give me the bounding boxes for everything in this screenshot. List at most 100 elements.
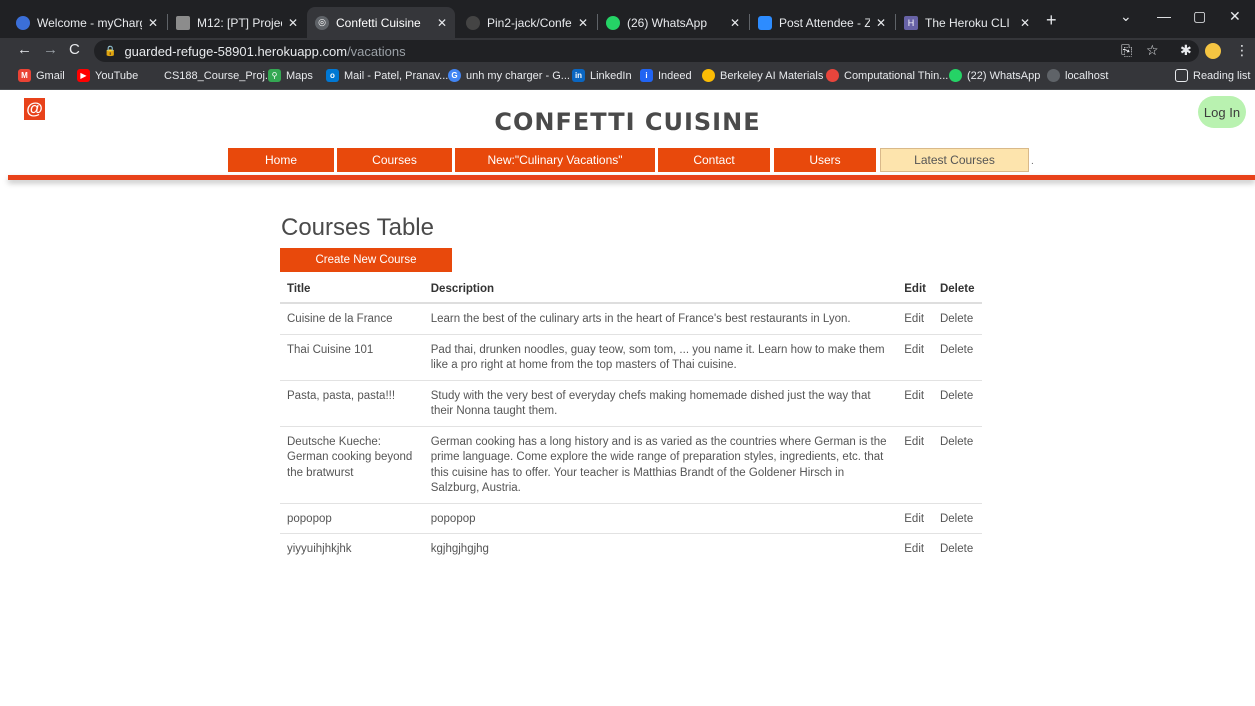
table-row: Pasta, pasta, pasta!!! Study with the ve… (280, 380, 982, 427)
close-icon[interactable]: ✕ (148, 16, 158, 30)
course-description: German cooking has a long history and is… (423, 426, 898, 504)
course-title: yiyyuihjhkjhk (287, 543, 352, 555)
menu-icon[interactable]: ⋮ (1235, 42, 1249, 59)
url-host: guarded-refuge-58901.herokuapp.com (124, 43, 348, 59)
profile-avatar[interactable] (1203, 41, 1223, 61)
close-icon[interactable]: ✕ (578, 16, 588, 30)
share-icon[interactable]: ⎘ (1121, 42, 1132, 59)
heroku-icon: H (904, 15, 918, 30)
delete-link[interactable]: Delete (933, 534, 982, 564)
google-icon: G (448, 69, 461, 82)
nav-home[interactable]: Home (228, 148, 334, 172)
browser-tab[interactable]: (26) WhatsApp ✕ (598, 7, 748, 38)
login-button[interactable]: Log In (1198, 96, 1246, 128)
flower-icon (826, 69, 839, 82)
address-bar[interactable]: 🔒 guarded-refuge-58901.herokuapp.com/vac… (94, 40, 1199, 62)
delete-link[interactable]: Delete (932, 503, 982, 534)
bookmark-unh[interactable]: Gunh my charger - G... (448, 69, 570, 82)
close-icon[interactable]: ✕ (437, 16, 447, 30)
bookmark-computational[interactable]: Computational Thin... (826, 69, 948, 82)
reload-icon[interactable]: C (69, 41, 80, 58)
table-row: popopop popopop Edit Delete (280, 503, 982, 534)
tab-search-icon[interactable]: ⌄ (1120, 8, 1132, 25)
back-icon[interactable]: ← (17, 41, 32, 58)
close-icon[interactable]: ✕ (730, 16, 740, 30)
browser-toolbar: ← → C 🔒 guarded-refuge-58901.herokuapp.c… (0, 38, 1255, 64)
url-path: /vacations (347, 43, 406, 59)
course-description: Learn the best of the culinary arts in t… (423, 303, 898, 335)
page-title: Courses Table (281, 214, 434, 241)
bookmark-whatsapp[interactable]: (22) WhatsApp (949, 69, 1040, 82)
bookmark-linkedin[interactable]: in LinkedIn (572, 69, 632, 82)
bookmark-indeed[interactable]: i Indeed (640, 69, 692, 82)
pacman-icon (702, 69, 715, 82)
column-header-delete: Delete (932, 276, 982, 304)
tab-favicon-icon (16, 15, 30, 30)
edit-link[interactable]: Edit (897, 334, 933, 381)
close-icon[interactable]: ✕ (876, 16, 886, 30)
tab-label: M12: [PT] Project Task (197, 15, 282, 30)
extensions-icon[interactable]: ✱ (1180, 42, 1192, 59)
table-row: yiyyuihjhkjhk kgjhgjhgjhg Edit Delete (280, 534, 982, 564)
close-icon[interactable]: ✕ (288, 16, 298, 30)
site-title: CONFETTI CUISINE (494, 108, 761, 136)
tab-favicon-icon: ◎ (315, 15, 329, 30)
outlook-icon: o (326, 69, 339, 82)
edit-link[interactable]: Edit (897, 380, 933, 427)
nav-courses[interactable]: Courses (337, 148, 452, 172)
browser-tab[interactable]: Post Attendee - Zoom ✕ (750, 7, 894, 38)
bookmark-mail[interactable]: o Mail - Patel, Pranav... (326, 69, 448, 82)
tab-favicon-icon (176, 15, 190, 30)
edit-link[interactable]: Edit (897, 426, 933, 504)
bookmark-cs188[interactable]: CS188_Course_Proj... (146, 69, 274, 82)
gmail-icon: M (18, 69, 31, 82)
browser-tab[interactable]: M12: [PT] Project Task ✕ (168, 7, 306, 38)
bookmark-berkeley[interactable]: Berkeley AI Materials (702, 69, 823, 82)
delete-link[interactable]: Delete (932, 426, 982, 504)
tab-label: Post Attendee - Zoom (779, 15, 870, 30)
browser-tab[interactable]: Welcome - myCharge ✕ (8, 7, 166, 38)
course-description: Pad thai, drunken noodles, guay teow, so… (423, 334, 898, 381)
new-tab-button[interactable]: + (1046, 10, 1057, 31)
bookmark-star-icon[interactable]: ☆ (1146, 42, 1159, 59)
reading-list[interactable]: Reading list (1175, 69, 1250, 82)
bookmark-localhost[interactable]: localhost (1047, 69, 1108, 82)
linkedin-icon: in (572, 69, 585, 82)
browser-tab[interactable]: Pin2-jack/Confetti-Cu ✕ (458, 7, 596, 38)
column-header-title: Title (280, 276, 424, 304)
delete-link[interactable]: Delete (932, 380, 982, 427)
delete-link[interactable]: Delete (932, 303, 982, 335)
close-icon[interactable]: ✕ (1020, 16, 1030, 30)
nav-contact[interactable]: Contact (658, 148, 770, 172)
nav-culinary-vacations[interactable]: New:"Culinary Vacations" (455, 148, 655, 172)
course-title: Thai Cuisine 101 (280, 334, 424, 381)
edit-link[interactable]: Edit (897, 503, 933, 534)
page-icon (146, 69, 159, 82)
browser-tab-active[interactable]: ◎ Confetti Cuisine ✕ (307, 7, 455, 38)
course-description: Study with the very best of everyday che… (423, 380, 898, 427)
maximize-icon[interactable]: ▢ (1193, 8, 1206, 25)
nav-latest-courses[interactable]: Latest Courses (880, 148, 1029, 172)
bookmark-youtube[interactable]: ▶ YouTube (77, 69, 138, 82)
create-course-button[interactable]: Create New Course (280, 248, 452, 272)
edit-link[interactable]: Edit (897, 534, 933, 564)
nav-users[interactable]: Users (774, 148, 876, 172)
forward-icon[interactable]: → (43, 41, 58, 58)
edit-link[interactable]: Edit (897, 303, 933, 335)
delete-link[interactable]: Delete (932, 334, 982, 381)
column-header-edit: Edit (897, 276, 933, 304)
github-icon (466, 15, 480, 30)
column-header-description: Description (423, 276, 898, 304)
bookmark-maps[interactable]: ⚲ Maps (268, 69, 313, 82)
browser-tabstrip: Welcome - myCharge ✕ M12: [PT] Project T… (0, 0, 1255, 38)
header-divider (8, 175, 1255, 180)
browser-tab[interactable]: H The Heroku CLI | Hero ✕ (896, 7, 1038, 38)
bookmark-gmail[interactable]: M Gmail (18, 69, 65, 82)
course-description: kgjhgjhgjhg (430, 543, 489, 555)
table-row: Deutsche Kueche: German cooking beyond t… (280, 426, 982, 504)
tab-label: Confetti Cuisine (336, 15, 421, 30)
tab-label: The Heroku CLI | Hero (925, 15, 1014, 30)
window-close-icon[interactable]: ✕ (1229, 8, 1241, 25)
minimize-icon[interactable]: — (1157, 8, 1171, 24)
course-title: popopop (280, 503, 424, 534)
